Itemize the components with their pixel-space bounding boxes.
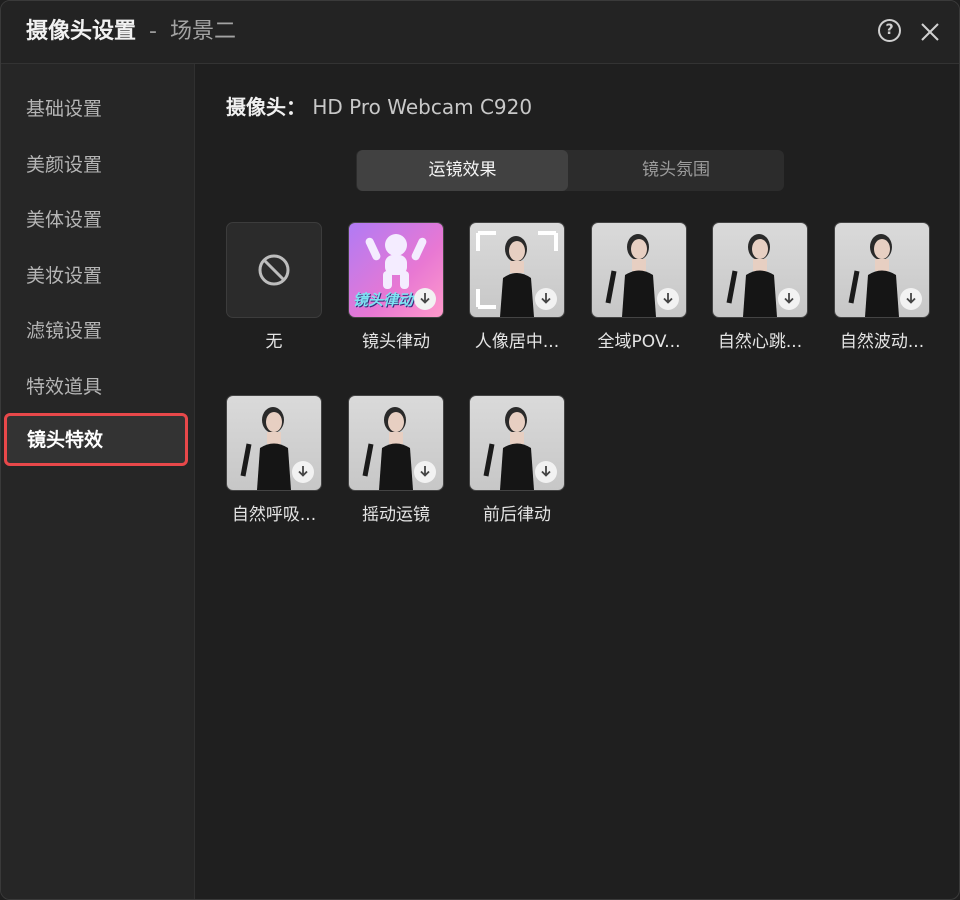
camera-device-name: HD Pro Webcam C920 [312,95,533,119]
camera-settings-window: 摄像头设置 - 场景二 ? 基础设置 美颜设置 美体设置 美妆设置 滤镜设置 特… [0,0,960,900]
camera-label: 摄像头： [226,95,306,119]
window-title: 摄像头设置 - 场景二 [26,17,236,47]
effect-label: 自然呼吸... [231,505,317,525]
download-icon[interactable] [778,288,800,310]
settings-sidebar: 基础设置 美颜设置 美体设置 美妆设置 滤镜设置 特效道具 镜头特效 [1,64,195,899]
thumbnail-caption: 镜头律动 [353,291,414,309]
window-title-text: 摄像头设置 [26,19,137,44]
effect-item-natural-wave[interactable]: 自然波动... [834,222,930,352]
download-icon[interactable] [535,461,557,483]
download-icon[interactable] [657,288,679,310]
effect-item-shake-motion[interactable]: 摇动运镜 [348,395,444,525]
effect-thumbnail [469,222,565,318]
effect-label: 人像居中... [474,332,560,352]
effect-thumbnail [834,222,930,318]
effect-item-none[interactable]: 无 [226,222,322,352]
effect-thumbnail: 镜头律动 [348,222,444,318]
effect-item-push-pull-rhythm[interactable]: 前后律动 [469,395,565,525]
effect-label: 自然心跳... [717,332,803,352]
effect-label: 镜头律动 [362,332,430,352]
effect-item-global-pov[interactable]: 全域POV... [591,222,687,352]
camera-info: 摄像头： HD Pro Webcam C920 [226,93,532,121]
no-entry-icon [258,254,290,286]
effect-label: 全域POV... [597,332,681,352]
scene-name: 场景二 [169,19,236,44]
effect-thumbnail [226,222,322,318]
effect-tabs: 运镜效果 镜头氛围 [356,150,784,191]
effect-thumbnail [226,395,322,491]
title-bar: 摄像头设置 - 场景二 ? [1,1,959,64]
download-icon[interactable] [414,461,436,483]
title-separator: - [149,19,157,44]
effect-label: 前后律动 [483,505,551,525]
effect-item-lens-rhythm[interactable]: 镜头律动 镜头律动 [348,222,444,352]
sidebar-item-makeup[interactable]: 美妆设置 [26,262,102,290]
sidebar-item-filter[interactable]: 滤镜设置 [26,317,102,345]
effect-item-portrait-center[interactable]: 人像居中... [469,222,565,352]
download-icon[interactable] [414,288,436,310]
sidebar-item-beauty[interactable]: 美颜设置 [26,151,102,179]
download-icon[interactable] [535,288,557,310]
effect-thumbnail [348,395,444,491]
effect-item-natural-breath[interactable]: 自然呼吸... [226,395,322,525]
download-icon[interactable] [900,288,922,310]
sidebar-item-basic[interactable]: 基础设置 [26,95,102,123]
effect-thumbnail [469,395,565,491]
effect-label: 无 [265,332,283,352]
effect-thumbnail [591,222,687,318]
effect-label: 自然波动... [839,332,925,352]
sidebar-item-label: 镜头特效 [27,429,104,451]
tab-camera-motion[interactable]: 运镜效果 [357,150,568,191]
help-icon[interactable]: ? [878,19,901,42]
sidebar-item-body[interactable]: 美体设置 [26,206,102,234]
close-icon[interactable] [919,21,941,43]
dancing-figure-icon [365,234,427,289]
tab-lens-atmosphere[interactable]: 镜头氛围 [568,150,784,191]
effect-thumbnail [712,222,808,318]
effect-label: 摇动运镜 [362,505,430,525]
download-icon[interactable] [292,461,314,483]
sidebar-item-lens-effects[interactable]: 镜头特效 [4,413,188,466]
sidebar-item-props[interactable]: 特效道具 [26,373,102,401]
effect-item-natural-heartbeat[interactable]: 自然心跳... [712,222,808,352]
